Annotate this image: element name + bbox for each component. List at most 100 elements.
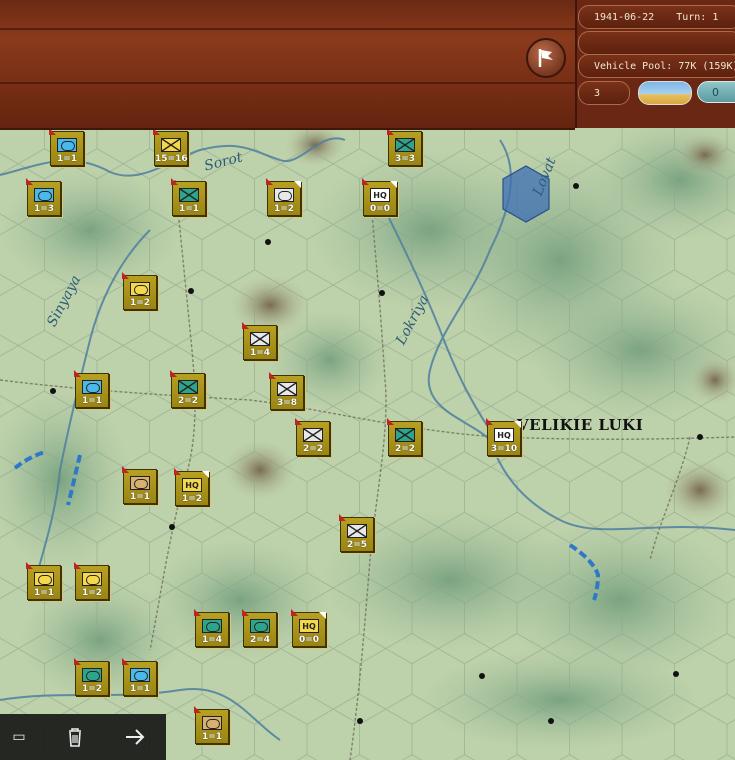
unit-flag-icon: [486, 418, 493, 425]
unit-flag-icon: [339, 514, 346, 521]
unit-flag-icon: [291, 609, 298, 616]
unit-flag-icon: [122, 466, 129, 473]
unit-counter[interactable]: 1=2: [74, 562, 109, 600]
unit-strength-label: 1=2: [129, 298, 151, 308]
unit-flag-icon: [74, 562, 81, 569]
unit-counter[interactable]: 1=1: [122, 466, 157, 504]
unit-counter[interactable]: 2=2: [387, 418, 422, 456]
unit-strength-label: 3=10: [490, 444, 518, 454]
unit-counter[interactable]: 3=8: [269, 372, 304, 410]
top-bar: [0, 0, 575, 130]
unit-strength-label: 2=4: [249, 635, 271, 645]
unit-strength-label: 1=1: [201, 732, 223, 742]
unit-flag-icon: [171, 178, 178, 185]
unit-symbol-icon: [347, 524, 367, 538]
unit-counter[interactable]: 3=3: [387, 128, 422, 166]
unit-strength-label: 1=2: [81, 588, 103, 598]
date-text: 1941-06-22: [594, 11, 655, 23]
unit-symbol-icon: [178, 380, 198, 394]
unit-symbol-icon: [277, 382, 297, 396]
unit-symbol-icon: [82, 668, 102, 682]
unit-strength-label: 1=1: [56, 154, 78, 164]
unit-counter[interactable]: 2=4: [242, 609, 277, 647]
vehicle-pool-display: Vehicle Pool: 77K (159K): [578, 54, 735, 78]
unit-counter[interactable]: 1=3: [26, 178, 61, 216]
unit-counter[interactable]: 1=1: [74, 370, 109, 408]
unit-symbol-icon: [250, 332, 270, 346]
unit-symbol-icon: [130, 282, 150, 296]
unit-counter[interactable]: 15=16: [153, 128, 188, 166]
unit-strength-label: 1=1: [33, 588, 55, 598]
unit-symbol-icon: [130, 668, 150, 682]
unit-strength-label: 1=4: [249, 348, 271, 358]
unit-strength-label: 1=4: [201, 635, 223, 645]
arrow-right-icon[interactable]: [120, 724, 150, 750]
unit-symbol-icon: [34, 188, 54, 202]
unit-flag-icon: [122, 272, 129, 279]
unit-flag-icon: [26, 562, 33, 569]
unit-counter[interactable]: 1=2: [122, 272, 157, 310]
unit-symbol-icon: [274, 188, 294, 202]
unit-strength-label: 15=16: [155, 154, 188, 164]
flag-icon: [538, 49, 553, 67]
unit-strength-label: 3=8: [276, 398, 298, 408]
trash-icon[interactable]: [60, 724, 90, 750]
unit-symbol-icon: HQ: [370, 188, 390, 202]
unit-flag-icon: [269, 372, 276, 379]
unit-symbol-icon: [395, 138, 415, 152]
unit-corner-marker: [319, 612, 326, 619]
counter-value: 0: [712, 85, 719, 99]
unit-counter[interactable]: 1=2: [266, 178, 301, 216]
value-pill: 3: [578, 81, 630, 105]
vehicle-pool-text: Vehicle Pool: 77K (159K): [594, 60, 735, 72]
unit-corner-marker: [514, 421, 521, 428]
unit-flag-icon: [74, 370, 81, 377]
unit-counter[interactable]: 1=4: [194, 609, 229, 647]
unit-counter[interactable]: 2=2: [170, 370, 205, 408]
unit-counter[interactable]: 1=2: [74, 658, 109, 696]
unit-symbol-icon: [82, 572, 102, 586]
unit-counter[interactable]: 1=1: [49, 128, 84, 166]
unit-strength-label: 1=3: [33, 204, 55, 214]
turn-text: Turn: 1: [676, 11, 719, 23]
unit-counter[interactable]: 2=2: [295, 418, 330, 456]
unit-flag-icon: [26, 178, 33, 185]
unit-symbol-icon: HQ: [299, 619, 319, 633]
unit-flag-icon: [242, 609, 249, 616]
unit-corner-marker: [390, 181, 397, 188]
unit-counter[interactable]: HQ 0=0: [362, 178, 397, 216]
unit-strength-label: 2=2: [177, 396, 199, 406]
unit-counter[interactable]: 1=1: [194, 706, 229, 744]
unit-strength-label: 1=2: [81, 684, 103, 694]
unit-flag-icon: [74, 658, 81, 665]
unit-counter[interactable]: HQ 0=0: [291, 609, 326, 647]
counter-button[interactable]: 0: [697, 81, 735, 103]
unit-symbol-icon: [161, 138, 181, 152]
unit-counter[interactable]: 1=1: [26, 562, 61, 600]
unit-strength-label: 1=1: [178, 204, 200, 214]
unit-flag-icon: [194, 706, 201, 713]
unit-strength-label: 1=1: [81, 396, 103, 406]
unit-symbol-icon: [202, 716, 222, 730]
unit-flag-icon: [387, 418, 394, 425]
unit-symbol-icon: HQ: [494, 428, 514, 442]
flag-button[interactable]: [526, 38, 566, 78]
unit-counter[interactable]: 1=4: [242, 322, 277, 360]
unit-counter[interactable]: HQ 3=10: [486, 418, 521, 456]
unit-strength-label: 2=2: [394, 444, 416, 454]
unit-flag-icon: [170, 370, 177, 377]
unit-counter[interactable]: 1=1: [122, 658, 157, 696]
info-pill: [578, 31, 735, 55]
unit-symbol-icon: [179, 188, 199, 202]
screen-icon[interactable]: ▭: [4, 724, 34, 750]
unit-flag-icon: [266, 178, 273, 185]
unit-flag-icon: [295, 418, 302, 425]
weather-icon[interactable]: [638, 81, 692, 105]
unit-strength-label: 1=2: [181, 494, 203, 504]
unit-counter[interactable]: 2=5: [339, 514, 374, 552]
unit-flag-icon: [242, 322, 249, 329]
unit-symbol-icon: [303, 428, 323, 442]
unit-counter[interactable]: 1=1: [171, 178, 206, 216]
unit-symbol-icon: [82, 380, 102, 394]
unit-counter[interactable]: HQ 1=2: [174, 468, 209, 506]
